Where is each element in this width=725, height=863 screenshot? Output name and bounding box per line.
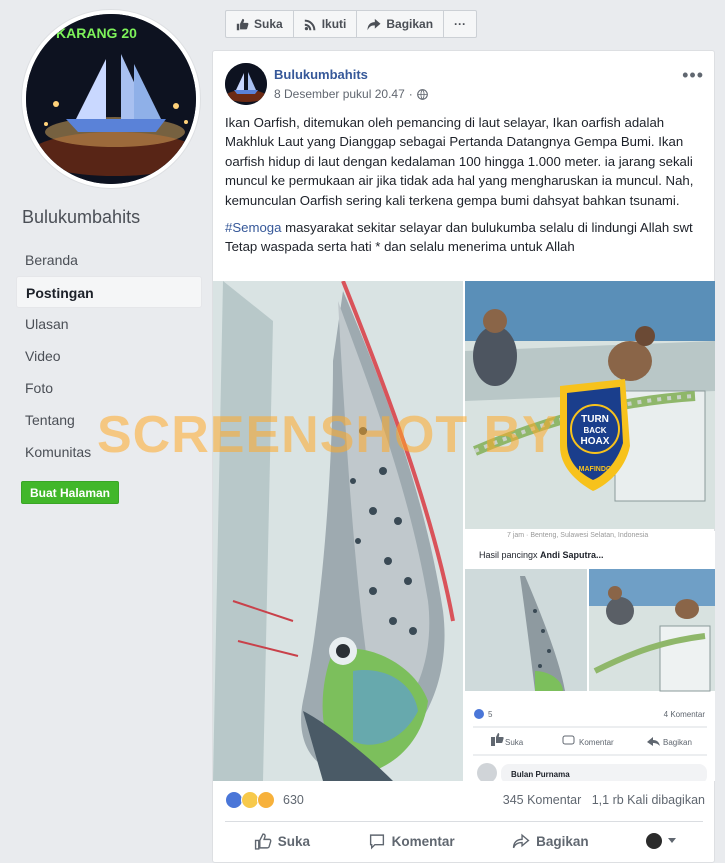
- svg-text:Hasil pancingx Andi Saputra...: Hasil pancingx Andi Saputra...: [479, 550, 604, 560]
- badge-bottom-text: MAFINDO: [579, 466, 612, 473]
- embedded-share-label: Bagikan: [663, 738, 692, 747]
- reaction-profile-selector[interactable]: [646, 833, 677, 849]
- follow-page-button[interactable]: Ikuti: [294, 11, 358, 37]
- profile-picture-image: KARANG 20: [26, 14, 196, 184]
- comment-bubble-icon: [369, 833, 384, 850]
- profile-banner-text: KARANG 20: [56, 25, 137, 41]
- user-avatar: [646, 833, 663, 849]
- comment-count[interactable]: 345 Komentar: [503, 793, 582, 807]
- like-button[interactable]: Suka: [254, 832, 311, 850]
- comment-share-counts: 345 Komentar 1,1 rb Kali dibagikan: [503, 793, 705, 807]
- more-options-button[interactable]: ···: [444, 11, 476, 37]
- avatar-image: [225, 63, 267, 105]
- post-options-icon[interactable]: •••: [682, 65, 704, 86]
- page-profile-picture[interactable]: KARANG 20: [22, 10, 200, 188]
- share-count[interactable]: 1,1 rb Kali dibagikan: [592, 793, 705, 807]
- create-page-button[interactable]: Buat Halaman: [21, 481, 119, 504]
- nav-item-postingan[interactable]: Postingan: [16, 276, 202, 308]
- share-arrow-icon: [512, 833, 530, 848]
- globe-icon: [416, 88, 428, 100]
- like-page-button[interactable]: Suka: [226, 11, 294, 37]
- author-avatar[interactable]: [225, 63, 267, 105]
- embedded-header-text: 7 jam · Benteng, Sulawesi Selatan, Indon…: [507, 532, 648, 539]
- share-arrow-icon: [367, 18, 381, 30]
- post-meta: 8 Desember pukul 20.47 ·: [274, 87, 428, 101]
- embedded-caption-prefix: Hasil pancingx: [479, 550, 540, 560]
- like-label: Suka: [277, 833, 311, 849]
- badge-line-2: BACK: [583, 426, 606, 435]
- nav-item-ulasan[interactable]: Ulasan: [16, 308, 202, 340]
- embedded-facebook-screenshot[interactable]: 7 jam · Benteng, Sulawesi Selatan, Indon…: [465, 531, 715, 781]
- embedded-caption-name: Andi Saputra...: [540, 550, 604, 560]
- post-actions: Suka Komentar Bagikan: [225, 826, 705, 856]
- post-timestamp[interactable]: 8 Desember pukul 20.47: [274, 87, 405, 101]
- comment-label: Komentar: [391, 833, 455, 849]
- page-name[interactable]: Bulukumbahits: [22, 207, 140, 228]
- like-page-label: Suka: [254, 17, 283, 31]
- reaction-count: 630: [283, 793, 304, 807]
- chevron-down-icon: [668, 838, 677, 843]
- post-paragraph: Ikan Oarfish, ditemukan oleh pemancing d…: [225, 115, 694, 208]
- nav-item-beranda[interactable]: Beranda: [16, 244, 202, 276]
- share-label: Bagikan: [536, 833, 589, 849]
- embedded-comment-label: Komentar: [579, 738, 614, 747]
- share-page-button[interactable]: Bagikan: [357, 11, 445, 37]
- page-action-bar: Suka Ikuti Bagikan ···: [225, 10, 478, 38]
- action-divider: [225, 821, 703, 822]
- post-paragraph-2: #Semoga masyarakat sekitar selayar dan b…: [225, 218, 705, 257]
- embedded-screenshot-image: 7 jam · Benteng, Sulawesi Selatan, Indon…: [465, 531, 715, 781]
- embedded-like-label: Suka: [505, 738, 524, 747]
- embedded-comments: 4 Komentar: [664, 710, 706, 719]
- share-button[interactable]: Bagikan: [512, 833, 589, 850]
- reaction-summary[interactable]: 630: [225, 791, 304, 809]
- badge-line-1: TURN: [581, 414, 609, 425]
- post-paragraph-2-text: masyarakat sekitar selayar dan bulukumba…: [225, 220, 693, 255]
- oarfish-photo-image: [213, 281, 463, 781]
- rss-icon: [304, 19, 316, 30]
- follow-page-label: Ikuti: [321, 17, 347, 31]
- screenshot-watermark: SCREENSHOT BY: [97, 406, 558, 464]
- nav-item-foto[interactable]: Foto: [16, 372, 202, 404]
- embedded-likes: 5: [488, 710, 493, 719]
- post-body: Ikan Oarfish, ditemukan oleh pemancing d…: [225, 113, 705, 265]
- post-engagement-bar: 630 345 Komentar 1,1 rb Kali dibagikan: [225, 791, 705, 809]
- thumbs-up-icon: [254, 832, 272, 850]
- thumbs-up-icon: [236, 18, 249, 30]
- wow-reaction-icon: [257, 791, 275, 809]
- badge-line-3: HOAX: [581, 436, 610, 447]
- nav-item-video[interactable]: Video: [16, 340, 202, 372]
- more-options-icon: ···: [454, 17, 467, 31]
- comment-button[interactable]: Komentar: [368, 833, 455, 850]
- hashtag-link[interactable]: #Semoga: [225, 220, 281, 235]
- embedded-commenter: Bulan Purnama: [511, 770, 570, 779]
- post-author[interactable]: Bulukumbahits: [274, 67, 368, 82]
- post-photo-oarfish[interactable]: [213, 281, 463, 781]
- share-page-label: Bagikan: [386, 17, 434, 31]
